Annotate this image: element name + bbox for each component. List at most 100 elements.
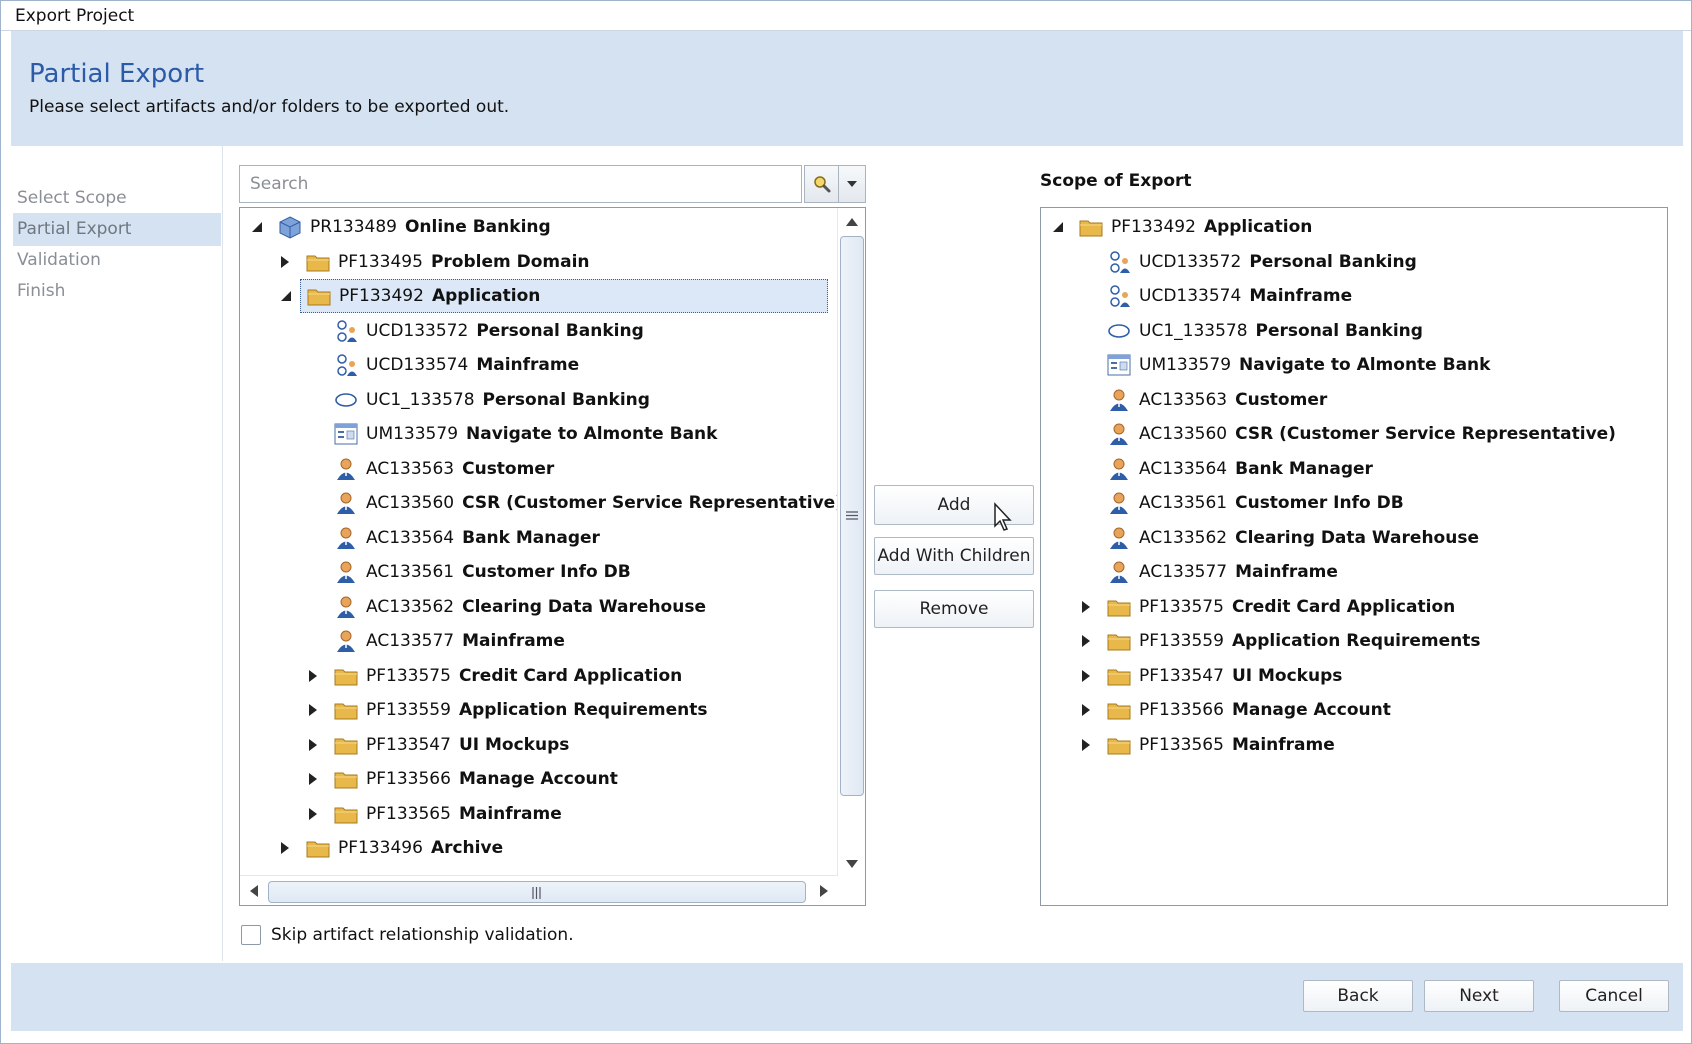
item-name: UI Mockups: [458, 734, 570, 755]
back-button[interactable]: Back: [1303, 980, 1413, 1012]
add-with-children-button[interactable]: Add With Children: [874, 537, 1034, 575]
item-code: PF133565: [1139, 734, 1224, 755]
tree-item-ac133564[interactable]: AC133564 Bank Manager: [1107, 452, 1373, 486]
folder-icon: [334, 767, 358, 791]
expand-toggle-icon[interactable]: [306, 772, 320, 786]
expand-toggle-icon[interactable]: [1079, 703, 1093, 717]
search-button[interactable]: [804, 165, 839, 203]
expand-toggle-icon[interactable]: [278, 255, 292, 269]
item-name: Manage Account: [1231, 700, 1391, 720]
step-partial-export[interactable]: Partial Export: [13, 213, 221, 246]
collapse-toggle-icon[interactable]: [279, 289, 293, 303]
expand-toggle-icon[interactable]: [1079, 669, 1093, 683]
item-code: PF133559: [1139, 631, 1224, 651]
expand-toggle-icon[interactable]: [1079, 634, 1093, 648]
tree-item-pf133492[interactable]: PF133492 Application: [1053, 210, 1312, 244]
tree-item-ac133562[interactable]: AC133562 Clearing Data Warehouse: [1107, 521, 1479, 555]
tree-item-uc1-133578[interactable]: UC1_133578 Personal Banking: [1107, 314, 1423, 348]
expand-toggle-icon[interactable]: [278, 841, 292, 855]
tree-item-pf133559[interactable]: PF133559 Application Requirements: [309, 693, 708, 727]
item-code: PF133566: [1139, 700, 1224, 720]
tree-item-pf133565[interactable]: PF133565 Mainframe: [1082, 728, 1335, 762]
actor-icon: [334, 526, 358, 550]
item-name: Personal Banking: [482, 389, 650, 410]
tree-item-ac133562[interactable]: AC133562 Clearing Data Warehouse: [334, 590, 706, 624]
search-field[interactable]: [239, 165, 802, 203]
tree-item-pf133559[interactable]: PF133559 Application Requirements: [1082, 624, 1481, 658]
tree-item-pf133496[interactable]: PF133496 Archive: [281, 831, 503, 865]
tree-item-pf133575[interactable]: PF133575 Credit Card Application: [1082, 590, 1455, 624]
expand-toggle-icon[interactable]: [306, 738, 320, 752]
skip-validation-checkbox[interactable]: [241, 925, 261, 945]
tree-item-ac133560[interactable]: AC133560 CSR (Customer Service Representa…: [334, 486, 843, 520]
item-name: Mainframe: [476, 355, 580, 375]
tree-item-um133579[interactable]: UM133579 Navigate to Almonte Bank: [334, 417, 717, 451]
tree-item-pf133492[interactable]: PF133492 Application: [281, 279, 828, 313]
folder-icon: [334, 802, 358, 826]
artifact-tree[interactable]: PR133489 Online Banking PF133495 Problem Do…: [239, 207, 866, 906]
tree-item-ac133564[interactable]: AC133564 Bank Manager: [334, 521, 600, 555]
tree-item-ac133561[interactable]: AC133561 Customer Info DB: [1107, 486, 1404, 520]
tree-item-pf133547[interactable]: PF133547 UI Mockups: [1082, 659, 1343, 693]
tree-item-ac133561[interactable]: AC133561 Customer Info DB: [334, 555, 631, 589]
expand-toggle-icon[interactable]: [306, 807, 320, 821]
tree-item-um133579[interactable]: UM133579 Navigate to Almonte Bank: [1107, 348, 1490, 382]
project-cube-icon: [278, 215, 302, 239]
tree-item-ac133563[interactable]: AC133563 Customer: [334, 452, 554, 486]
step-finish[interactable]: Finish: [13, 275, 221, 308]
folder-icon: [334, 733, 358, 757]
tree-item-ucd133574[interactable]: UCD133574 Mainframe: [1107, 279, 1352, 313]
scroll-right-icon[interactable]: [820, 885, 828, 897]
expand-toggle-icon[interactable]: [1079, 600, 1093, 614]
tree-item-pf133547[interactable]: PF133547 UI Mockups: [309, 728, 570, 762]
tree-item-ac133577[interactable]: AC133577 Mainframe: [334, 624, 565, 658]
vertical-scroll-thumb[interactable]: [840, 236, 864, 796]
item-code: PF133566: [366, 769, 451, 789]
item-name: Credit Card Application: [458, 665, 683, 686]
tree-item-pf133565[interactable]: PF133565 Mainframe: [309, 797, 562, 831]
tree-item-ucd133574[interactable]: UCD133574 Mainframe: [334, 348, 579, 382]
item-name: UI Mockups: [1231, 665, 1343, 686]
skip-validation-option[interactable]: Skip artifact relationship validation.: [241, 925, 574, 945]
tree-item-ucd133572[interactable]: UCD133572 Personal Banking: [334, 314, 644, 348]
scroll-up-icon[interactable]: [846, 218, 858, 226]
expand-toggle-icon[interactable]: [1079, 738, 1093, 752]
item-name: Mainframe: [1249, 286, 1353, 306]
item-code: UCD133574: [1139, 286, 1242, 306]
remove-button[interactable]: Remove: [874, 590, 1034, 628]
search-options-dropdown[interactable]: [839, 165, 866, 203]
expand-toggle-icon[interactable]: [306, 669, 320, 683]
use-case-diagram-icon: [1107, 284, 1131, 308]
step-select-scope[interactable]: Select Scope: [13, 182, 221, 215]
expand-toggle-icon[interactable]: [306, 703, 320, 717]
cancel-button[interactable]: Cancel: [1559, 980, 1669, 1012]
scope-tree[interactable]: PF133492 Application UCD133572 Personal Ban…: [1040, 207, 1668, 906]
tree-item-pf133575[interactable]: PF133575 Credit Card Application: [309, 659, 683, 693]
vertical-scrollbar[interactable]: [837, 208, 865, 876]
use-case-ellipse-icon: [1107, 319, 1131, 343]
scroll-down-icon[interactable]: [846, 860, 858, 868]
item-code: PF133496: [338, 838, 423, 858]
horizontal-scrollbar[interactable]: [240, 875, 838, 905]
collapse-toggle-icon[interactable]: [250, 220, 264, 234]
scroll-left-icon[interactable]: [250, 885, 258, 897]
item-name: CSR (Customer Service Representative): [462, 493, 843, 513]
item-code: PF133547: [366, 734, 451, 755]
tree-item-pf133495[interactable]: PF133495 Problem Domain: [281, 245, 590, 279]
tree-item-ac133563[interactable]: AC133563 Customer: [1107, 383, 1327, 417]
next-button[interactable]: Next: [1424, 980, 1534, 1012]
actor-icon: [334, 457, 358, 481]
item-name: Customer Info DB: [1235, 493, 1404, 513]
tree-item-ac133560[interactable]: AC133560 CSR (Customer Service Representa…: [1107, 417, 1616, 451]
tree-item-ucd133572[interactable]: UCD133572 Personal Banking: [1107, 245, 1417, 279]
tree-item-ac133577[interactable]: AC133577 Mainframe: [1107, 555, 1338, 589]
tree-item-pf133566[interactable]: PF133566 Manage Account: [1082, 693, 1391, 727]
ui-mockup-icon: [1107, 353, 1131, 377]
tree-item-pr133489[interactable]: PR133489 Online Banking: [252, 210, 551, 244]
horizontal-scroll-thumb[interactable]: [268, 881, 806, 903]
tree-item-uc1-133578[interactable]: UC1_133578 Personal Banking: [334, 383, 650, 417]
step-validation[interactable]: Validation: [13, 244, 221, 277]
search-input[interactable]: [240, 166, 801, 202]
collapse-toggle-icon[interactable]: [1051, 220, 1065, 234]
tree-item-pf133566[interactable]: PF133566 Manage Account: [309, 762, 618, 796]
